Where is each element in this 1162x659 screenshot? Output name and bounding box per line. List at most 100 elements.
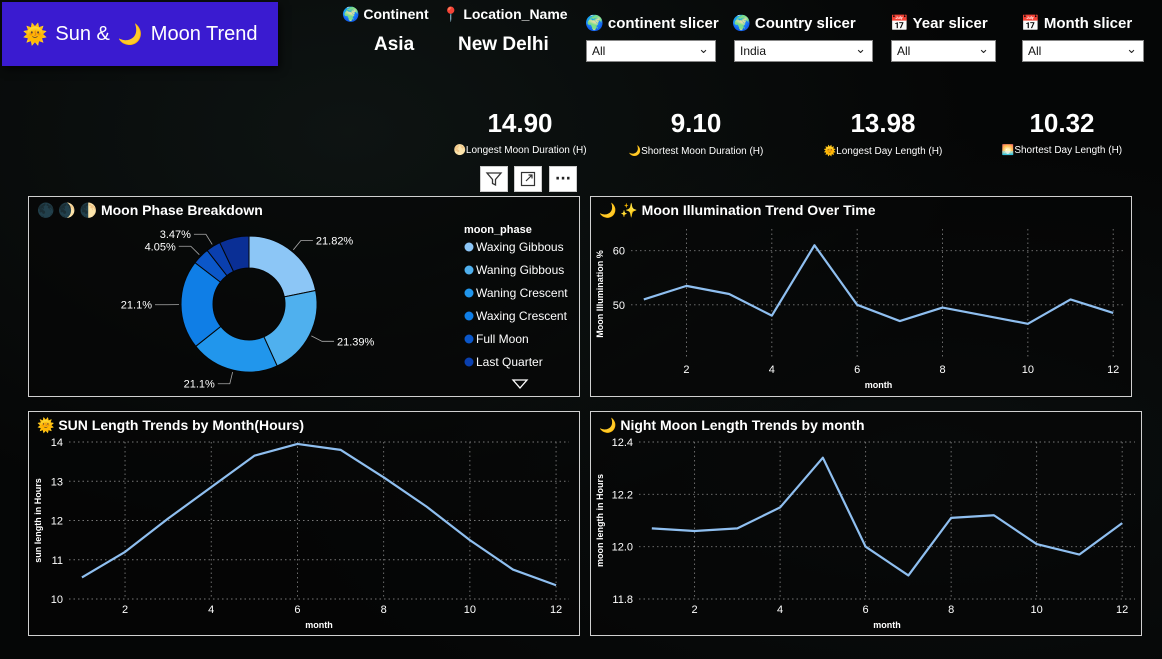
- kpi-shortest-moon-label: 🌙Shortest Moon Duration (H): [616, 146, 776, 157]
- sun-length-panel: 🌞 SUN Length Trends by Month(Hours) 2468…: [28, 411, 580, 636]
- moon-icon: 🌙: [117, 23, 143, 46]
- continent-value: Asia: [374, 34, 415, 55]
- series-line: [651, 456, 1123, 577]
- month-slicer-title: Month slicer: [1043, 15, 1133, 32]
- series-line: [643, 244, 1114, 325]
- y-axis-label: Moon Illumination %: [595, 250, 605, 338]
- title-text: Sun &: [55, 22, 110, 45]
- country-slicer-dropdown[interactable]: India ⌄: [734, 40, 873, 62]
- month-slicer-label: 📅 Month slicer: [1021, 14, 1132, 32]
- legend-marker: [464, 311, 474, 321]
- donut-data-label: 21.1%: [184, 379, 215, 391]
- y-tick-label: 13: [51, 476, 63, 488]
- year-slicer-value: All: [897, 44, 911, 58]
- donut-leader-line: [178, 245, 200, 255]
- focus-mode-button[interactable]: [514, 166, 542, 192]
- sun-icon: 🌞: [22, 23, 48, 46]
- continent-slicer-value: All: [592, 44, 606, 58]
- x-tick-label: 4: [208, 604, 214, 616]
- legend-marker: [464, 242, 474, 252]
- globe-icon: 🌍: [732, 15, 751, 32]
- y-tick-label: 12.4: [612, 437, 633, 449]
- legend-marker: [464, 265, 474, 275]
- legend-scroll-down-icon[interactable]: [511, 379, 529, 389]
- legend-item-label: Waning Crescent: [476, 286, 568, 300]
- kpi-longest-day-value: 13.98: [850, 108, 916, 138]
- continent-label: Continent: [363, 6, 429, 22]
- chevron-down-icon: ⌄: [855, 41, 866, 56]
- country-slicer-value: India: [740, 44, 767, 58]
- kpi-longest-day-label: 🌞Longest Day Length (H): [803, 146, 963, 157]
- series-line: [81, 442, 557, 587]
- x-tick-label: 2: [122, 604, 128, 616]
- sun-icon: 🌞: [823, 146, 837, 157]
- y-tick-label: 12.0: [612, 542, 633, 554]
- y-tick-label: 11: [52, 555, 63, 567]
- kpi-shortest-day-text: Shortest Day Length (H): [1014, 145, 1123, 156]
- legend-item-label: Waxing Crescent: [476, 309, 568, 323]
- y-tick-label: 14: [51, 437, 63, 449]
- title-text-2: Moon Trend: [150, 22, 258, 45]
- filter-button[interactable]: [480, 166, 508, 192]
- y-axis-label: sun length in Hours: [33, 478, 43, 563]
- donut-leader-line: [193, 233, 213, 245]
- donut-data-label: 21.39%: [337, 336, 375, 348]
- kpi-shortest-day-label: 🌅Shortest Day Length (H): [982, 145, 1142, 156]
- donut-data-label: 21.82%: [316, 236, 354, 248]
- moon-phase-donut-chart: 21.82% 21.39% 21.1% 21.1% 4.05%3.47% moon_pha…: [121, 224, 568, 391]
- continent-slicer-dropdown[interactable]: All ⌄: [586, 40, 716, 62]
- globe-icon: 🌍: [585, 15, 604, 32]
- donut-data-label: 21.1%: [121, 300, 152, 312]
- month-slicer-value: All: [1028, 44, 1042, 58]
- donut-data-label: 4.05%: [145, 241, 176, 253]
- kpi-shortest-moon-value: 9.10: [670, 108, 722, 138]
- more-options-button[interactable]: ···: [549, 166, 577, 192]
- moon-phase-panel: 🌑 🌒 🌓 Moon Phase Breakdown 21.82% 21.39% 2…: [28, 196, 580, 397]
- legend-item-label: Last Quarter: [476, 355, 543, 369]
- y-tick-label: 12.2: [612, 489, 633, 501]
- donut-slice: [248, 235, 317, 298]
- x-tick-label: 6: [294, 604, 300, 616]
- y-tick-label: 12: [51, 516, 63, 528]
- x-tick-label: 8: [381, 604, 387, 616]
- legend-item-label: Full Moon: [476, 332, 529, 346]
- month-slicer-dropdown[interactable]: All ⌄: [1022, 40, 1144, 62]
- x-tick-label: 8: [939, 364, 945, 376]
- full-moon-icon: 🌕: [453, 145, 466, 156]
- x-tick-label: 12: [1107, 364, 1119, 376]
- y-tick-label: 10: [51, 594, 63, 606]
- illumination-line-chart: 2 4 6 8 10 12 50 60 month Moon Illumination %: [595, 229, 1126, 390]
- y-tick-label: 11.8: [612, 594, 633, 606]
- country-slicer-title: Country slicer: [754, 15, 856, 32]
- x-tick-label: 12: [550, 604, 562, 616]
- pin-icon: 📍: [442, 6, 460, 22]
- night-moon-line-chart: 2 4 6 8 10 12 11.8 12.0 12.2 12.4 month moon length…: [595, 437, 1135, 630]
- x-axis-label: month: [865, 380, 893, 390]
- donut-leader-line: [217, 371, 234, 385]
- filter-icon: [485, 172, 503, 187]
- location-value: New Delhi: [458, 34, 549, 55]
- year-slicer-dropdown[interactable]: All ⌄: [891, 40, 996, 62]
- crescent-moon-icon: 🌙: [628, 146, 642, 157]
- x-tick-label: 12: [1116, 604, 1128, 616]
- illumination-panel: 🌙 ✨ Moon Illumination Trend Over Time 24…: [590, 196, 1132, 397]
- legend-marker: [464, 288, 474, 298]
- x-tick-label: 4: [769, 364, 775, 376]
- legend-item-label: Waxing Gibbous: [476, 240, 564, 254]
- x-tick-label: 6: [854, 364, 860, 376]
- y-tick-label: 50: [613, 300, 625, 312]
- country-slicer-label: 🌍 Country slicer: [732, 14, 856, 32]
- x-tick-label: 10: [464, 604, 476, 616]
- year-slicer-label: 📅 Year slicer: [890, 14, 988, 32]
- continent-slicer-label: 🌍 continent slicer: [585, 14, 719, 32]
- kpi-longest-moon-value: 14.90: [487, 108, 553, 138]
- legend-marker: [464, 357, 474, 367]
- sunrise-icon: 🌅: [1001, 145, 1015, 156]
- kpi-longest-day-text: Longest Day Length (H): [836, 146, 943, 157]
- x-tick-label: 10: [1022, 364, 1034, 376]
- x-tick-label: 6: [863, 604, 869, 616]
- sun-length-line-chart: 2 4 6 8 10 12 10 11 12 13 14 month sun length in Hou…: [33, 437, 569, 630]
- year-slicer-title: Year slicer: [912, 15, 988, 32]
- kpi-longest-moon-text: Longest Moon Duration (H): [465, 145, 587, 156]
- donut-leader-line: [293, 240, 313, 251]
